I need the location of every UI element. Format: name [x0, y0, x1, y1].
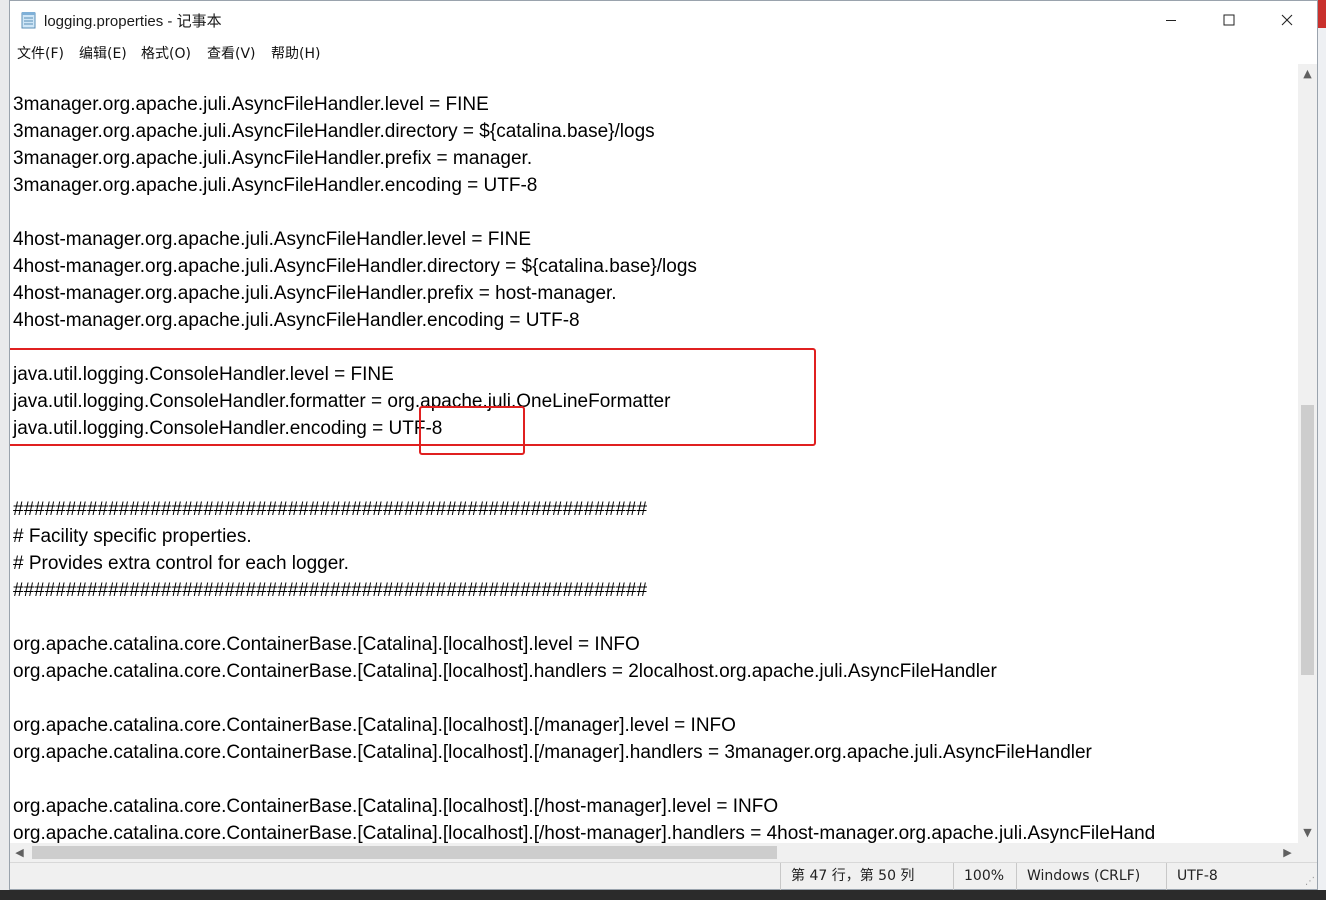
maximize-button[interactable] — [1200, 1, 1258, 39]
background-window-left — [0, 0, 9, 900]
status-zoom: 100% — [953, 863, 1016, 890]
text-line: # Provides extra control for each logger… — [13, 553, 349, 574]
horizontal-scroll-thumb[interactable] — [32, 846, 777, 859]
menu-help[interactable]: 帮助(H) — [271, 43, 320, 63]
scroll-left-icon[interactable]: ◀ — [10, 846, 29, 859]
text-editor[interactable]: 3manager.org.apache.juli.AsyncFileHandle… — [10, 64, 1298, 843]
text-line: org.apache.catalina.core.ContainerBase.[… — [13, 661, 997, 682]
resize-grip-icon[interactable]: ⋰ — [1305, 876, 1315, 887]
text-line: org.apache.catalina.core.ContainerBase.[… — [13, 796, 779, 817]
background-window-right — [1318, 0, 1326, 900]
vertical-scroll-thumb[interactable] — [1301, 405, 1314, 675]
status-bar: 第 47 行，第 50 列 100% Windows (CRLF) UTF-8 … — [10, 862, 1317, 890]
status-line-ending: Windows (CRLF) — [1016, 863, 1166, 890]
notepad-icon — [21, 11, 37, 29]
menu-view[interactable]: 查看(V) — [207, 43, 256, 63]
status-encoding: UTF-8 — [1166, 863, 1306, 890]
text-line: ########################################… — [13, 580, 648, 601]
status-cursor-position: 第 47 行，第 50 列 — [780, 863, 953, 890]
text-line: 4host-manager.org.apache.juli.AsyncFileH… — [13, 256, 697, 277]
notepad-window: logging.properties - 记事本 文件(F) 编辑(E) 格式(… — [9, 0, 1318, 890]
text-line: org.apache.catalina.core.ContainerBase.[… — [13, 742, 1092, 763]
background-window-close-area — [1318, 0, 1326, 28]
text-line: 4host-manager.org.apache.juli.AsyncFileH… — [13, 283, 617, 304]
close-button[interactable] — [1258, 1, 1316, 39]
text-line: org.apache.catalina.core.ContainerBase.[… — [13, 634, 640, 655]
text-line: 4host-manager.org.apache.juli.AsyncFileH… — [13, 310, 580, 331]
scroll-right-icon[interactable]: ▶ — [1278, 846, 1297, 859]
scroll-down-icon[interactable]: ▼ — [1298, 826, 1317, 839]
menu-format[interactable]: 格式(O) — [141, 43, 191, 63]
console-handler-highlight-box — [10, 348, 816, 446]
text-line: 3manager.org.apache.juli.AsyncFileHandle… — [13, 175, 538, 196]
text-line: org.apache.catalina.core.ContainerBase.[… — [13, 715, 736, 736]
title-bar[interactable]: logging.properties - 记事本 — [10, 1, 1317, 39]
menu-file[interactable]: 文件(F) — [17, 43, 64, 63]
utf8-highlight-box — [419, 406, 525, 455]
close-icon — [1281, 14, 1293, 26]
scroll-up-icon[interactable]: ▲ — [1298, 67, 1317, 80]
maximize-icon — [1223, 14, 1235, 26]
text-line: 3manager.org.apache.juli.AsyncFileHandle… — [13, 121, 655, 142]
text-line: org.apache.catalina.core.ContainerBase.[… — [13, 823, 1156, 843]
horizontal-scrollbar[interactable]: ◀ ▶ — [10, 843, 1298, 862]
minimize-icon — [1166, 20, 1176, 21]
text-line: 4host-manager.org.apache.juli.AsyncFileH… — [13, 229, 532, 250]
minimize-button[interactable] — [1142, 1, 1200, 39]
window-title: logging.properties - 记事本 — [44, 13, 222, 30]
taskbar-strip — [0, 890, 1326, 900]
text-line: ########################################… — [13, 499, 648, 520]
text-line: # Facility specific properties. — [13, 526, 252, 547]
text-line: 3manager.org.apache.juli.AsyncFileHandle… — [13, 94, 489, 115]
menu-bar: 文件(F) 编辑(E) 格式(O) 查看(V) 帮助(H) — [10, 39, 1317, 64]
menu-edit[interactable]: 编辑(E) — [79, 43, 127, 63]
vertical-scrollbar[interactable]: ▲ ▼ — [1298, 64, 1317, 843]
scrollbar-corner — [1298, 843, 1317, 862]
text-line: 3manager.org.apache.juli.AsyncFileHandle… — [13, 148, 533, 169]
